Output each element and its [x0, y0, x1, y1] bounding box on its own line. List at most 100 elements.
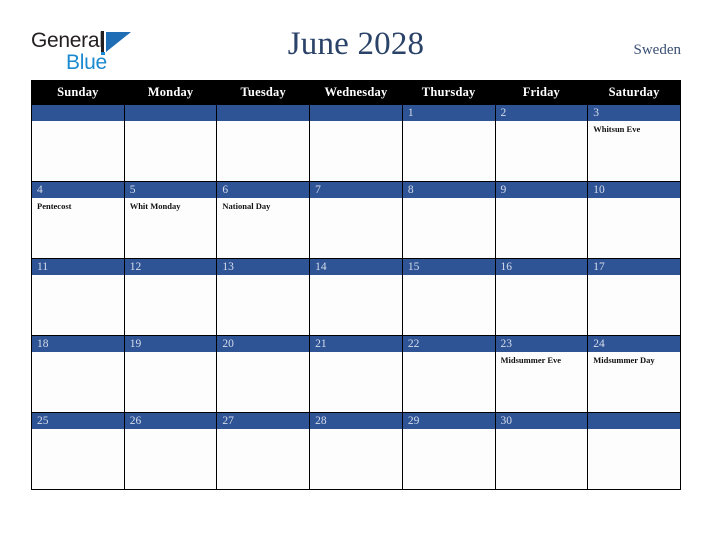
weekday-header-tuesday: Tuesday — [216, 80, 311, 105]
day-events — [310, 198, 402, 201]
holiday-event-label: Midsummer Eve — [500, 355, 562, 365]
day-number: 24 — [593, 338, 605, 350]
calendar-empty-cell[interactable] — [587, 412, 681, 490]
day-number-bar: 7 — [310, 182, 402, 198]
calendar-day-cell[interactable]: 27 — [216, 412, 311, 490]
day-number-bar — [310, 105, 402, 121]
calendar-week-row: 4 Pentecost 5 Whit Monday 6 National Day 7 8 9 10 — [31, 181, 681, 259]
day-number-bar: 1 — [402, 105, 495, 121]
weekday-header-saturday: Saturday — [587, 80, 681, 105]
day-number-bar: 14 — [310, 259, 402, 275]
day-events — [496, 198, 588, 201]
page-header: General Blue June 2028 Sweden — [0, 0, 712, 80]
calendar-day-cell[interactable]: 7 — [309, 181, 403, 259]
day-events — [496, 121, 588, 124]
day-events — [125, 275, 217, 278]
calendar-day-cell[interactable]: 26 — [123, 412, 218, 490]
day-number: 6 — [222, 184, 229, 196]
country-label: Sweden — [633, 42, 682, 58]
calendar-day-cell[interactable]: 4 Pentecost — [31, 181, 125, 259]
calendar-day-cell[interactable]: 15 — [401, 258, 496, 336]
day-number: 30 — [500, 415, 513, 427]
day-events: Pentecost — [32, 198, 124, 212]
day-events — [496, 429, 588, 432]
day-events: Midsummer Day — [588, 352, 680, 366]
day-number: 18 — [37, 338, 49, 350]
weekday-header-sunday: Sunday — [31, 80, 125, 105]
day-number-bar: 21 — [310, 336, 402, 352]
calendar-day-cell[interactable]: 16 — [494, 258, 589, 336]
day-number-bar: 30 — [495, 413, 588, 429]
calendar-day-cell[interactable]: 20 — [216, 335, 311, 413]
day-number-bar — [32, 105, 124, 121]
calendar-empty-cell[interactable] — [123, 104, 218, 182]
calendar-day-cell[interactable]: 21 — [309, 335, 403, 413]
day-events — [217, 429, 309, 432]
calendar-week-row: 11 12 13 14 15 16 17 — [31, 258, 681, 336]
day-number: 9 — [500, 184, 507, 196]
day-number: 11 — [37, 261, 49, 273]
calendar-day-cell[interactable]: 18 — [31, 335, 125, 413]
calendar-empty-cell[interactable] — [309, 104, 403, 182]
calendar-day-cell[interactable]: 17 — [587, 258, 681, 336]
day-events: Whit Monday — [125, 198, 217, 212]
day-number-bar: 20 — [217, 336, 310, 352]
day-number: 15 — [407, 261, 420, 273]
calendar-day-cell[interactable]: 14 — [309, 258, 403, 336]
calendar-day-cell[interactable]: 29 — [401, 412, 496, 490]
day-number-bar: 5 — [124, 182, 217, 198]
calendar-day-cell[interactable]: 13 — [216, 258, 311, 336]
calendar-day-cell[interactable]: 25 — [31, 412, 125, 490]
calendar-day-cell[interactable]: 22 — [401, 335, 496, 413]
day-number-bar — [124, 105, 217, 121]
calendar-day-cell[interactable]: 6 National Day — [216, 181, 311, 259]
day-number-bar: 22 — [402, 336, 495, 352]
calendar-day-cell[interactable]: 23 Midsummer Eve — [494, 335, 589, 413]
calendar-day-cell[interactable]: 24 Midsummer Day — [587, 335, 681, 413]
day-events — [217, 121, 309, 124]
day-events — [310, 352, 402, 355]
calendar-day-cell[interactable]: 30 — [494, 412, 589, 490]
day-number-bar: 13 — [217, 259, 310, 275]
day-number: 28 — [315, 415, 327, 427]
day-events — [403, 121, 495, 124]
calendar-day-cell[interactable]: 1 — [401, 104, 496, 182]
holiday-event-label: Midsummer Day — [593, 355, 655, 365]
calendar-day-cell[interactable]: 3 Whitsun Eve — [587, 104, 681, 182]
day-number: 23 — [500, 338, 513, 350]
day-number-bar: 11 — [32, 259, 124, 275]
calendar-day-cell[interactable]: 19 — [123, 335, 218, 413]
calendar-day-cell[interactable]: 28 — [309, 412, 403, 490]
day-events — [32, 352, 124, 355]
day-number: 19 — [129, 338, 142, 350]
day-number: 21 — [315, 338, 327, 350]
calendar-empty-cell[interactable] — [216, 104, 311, 182]
day-number-bar: 19 — [124, 336, 217, 352]
day-number-bar: 16 — [495, 259, 588, 275]
calendar-day-cell[interactable]: 12 — [123, 258, 218, 336]
calendar-empty-cell[interactable] — [31, 104, 125, 182]
day-number: 16 — [500, 261, 513, 273]
day-events: Midsummer Eve — [496, 352, 588, 366]
calendar-day-cell[interactable]: 11 — [31, 258, 125, 336]
weekday-header-thursday: Thursday — [401, 80, 496, 105]
day-events — [496, 275, 588, 278]
day-number-bar: 28 — [310, 413, 402, 429]
calendar-day-cell[interactable]: 9 — [494, 181, 589, 259]
calendar-day-cell[interactable]: 5 Whit Monday — [123, 181, 218, 259]
weekday-header-monday: Monday — [123, 80, 218, 105]
day-number: 8 — [407, 184, 414, 196]
day-events — [125, 121, 217, 124]
calendar-day-cell[interactable]: 8 — [401, 181, 496, 259]
holiday-event-label: Pentecost — [37, 201, 72, 211]
day-events — [588, 275, 680, 278]
day-events — [32, 121, 124, 124]
day-events — [310, 121, 402, 124]
day-number-bar: 18 — [32, 336, 124, 352]
calendar-week-row: 1 2 3 Whitsun Eve — [31, 104, 681, 182]
day-events — [32, 275, 124, 278]
day-number-bar: 4 — [32, 182, 124, 198]
day-number-bar: 9 — [495, 182, 588, 198]
calendar-day-cell[interactable]: 2 — [494, 104, 589, 182]
calendar-day-cell[interactable]: 10 — [587, 181, 681, 259]
